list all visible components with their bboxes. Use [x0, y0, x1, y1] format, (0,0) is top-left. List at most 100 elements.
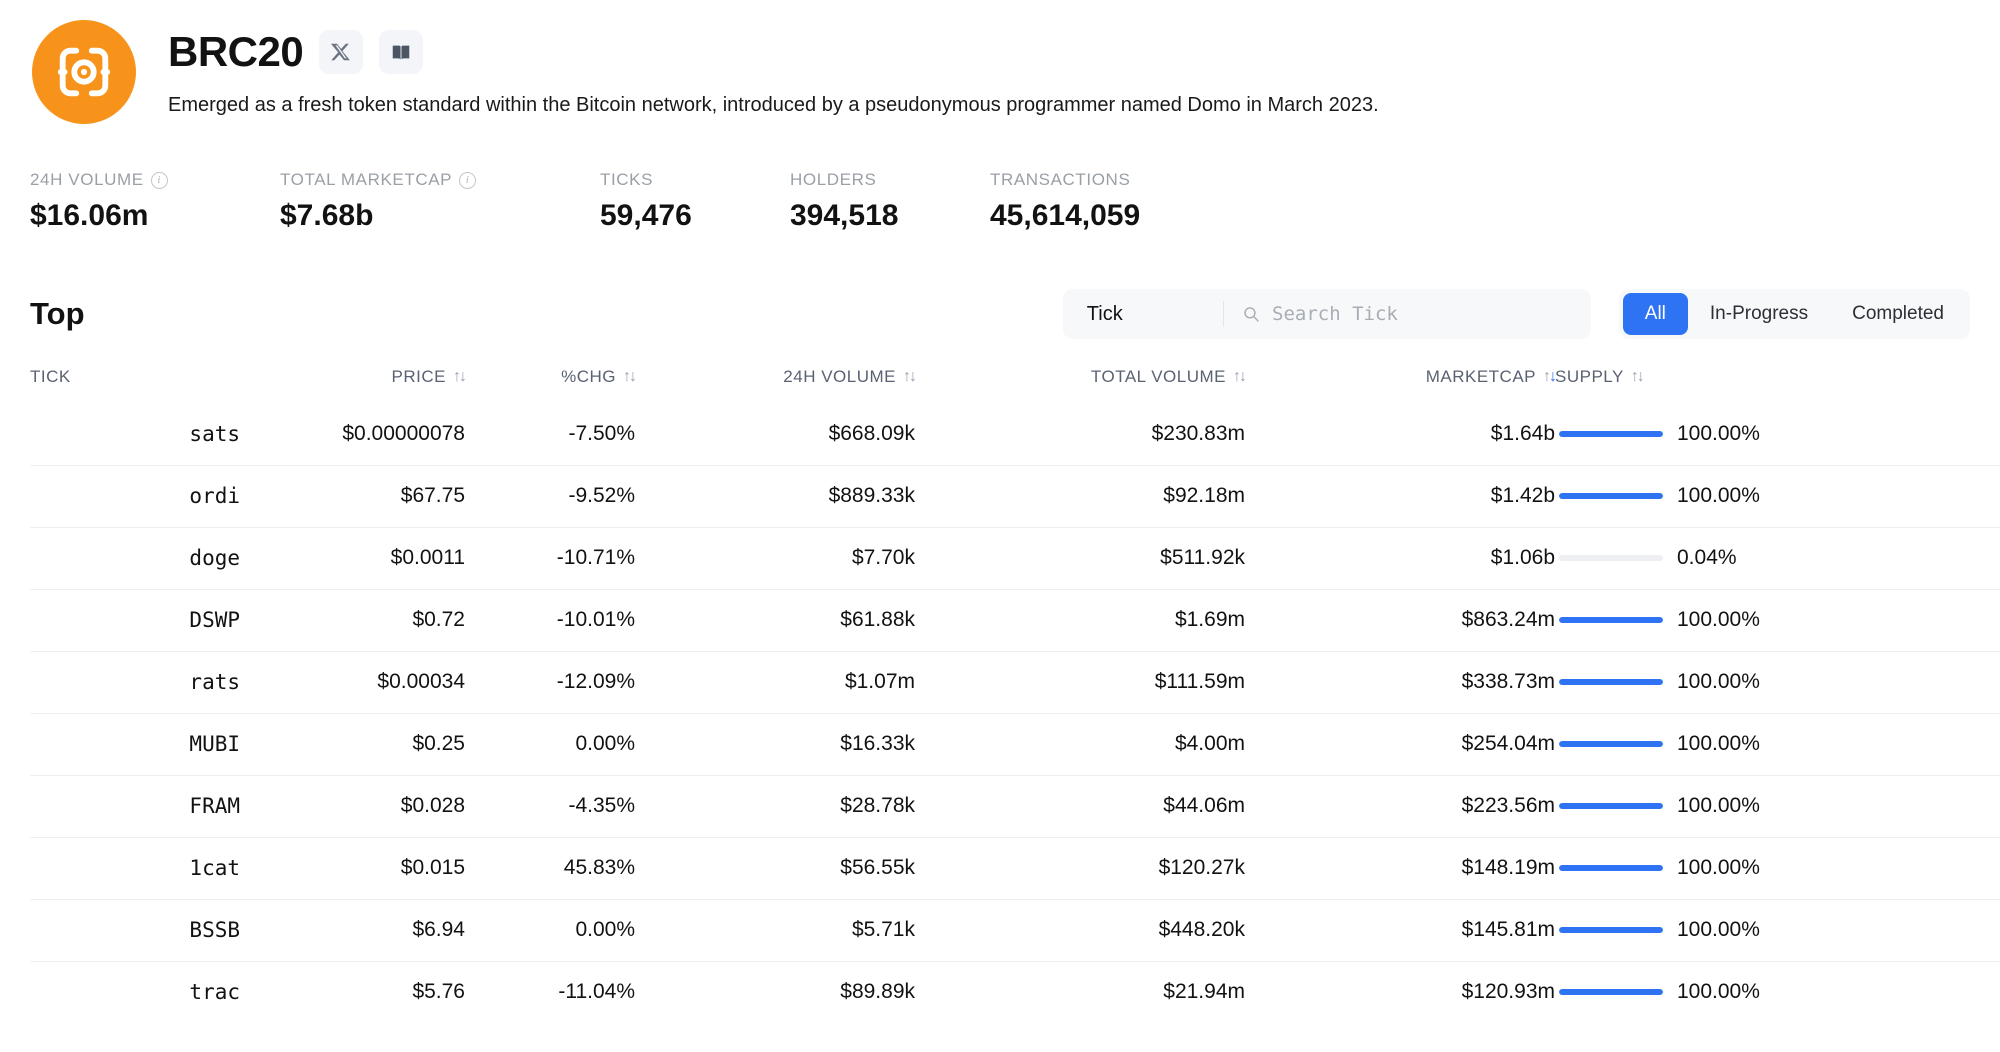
cell-tick[interactable]: trac: [30, 961, 240, 1023]
sort-icon: ↑↓: [623, 368, 635, 386]
stats-row: 24H VOLUME i $16.06m TOTAL MARKETCAP i $…: [30, 170, 1970, 233]
cell-total-volume: $511.92k: [915, 527, 1245, 589]
twitter-x-link[interactable]: [319, 30, 363, 74]
tick-link[interactable]: 1cat: [189, 856, 240, 880]
cell-marketcap: $120.93m: [1245, 961, 1555, 1023]
supply-percent-label: 100.00%: [1677, 794, 1760, 818]
supply-cell: 100.00%: [1555, 608, 1865, 632]
cell-tick[interactable]: ordi: [30, 465, 240, 527]
table-row[interactable]: 1cat$0.01545.83%$56.55k$120.27k$148.19m1…: [30, 837, 2000, 899]
col-header-price[interactable]: PRICE ↑↓: [240, 367, 465, 403]
tick-link[interactable]: trac: [189, 980, 240, 1004]
cell-tick[interactable]: FRAM: [30, 775, 240, 837]
table-row[interactable]: rats$0.00034-12.09%$1.07m$111.59m$338.73…: [30, 651, 2000, 713]
stat-label: TICKS: [600, 170, 790, 190]
cell-tick[interactable]: DSWP: [30, 589, 240, 651]
supply-progress-bar: [1559, 555, 1663, 561]
tick-link[interactable]: MUBI: [189, 732, 240, 756]
stat-holders: HOLDERS 394,518: [790, 170, 990, 233]
stat-transactions: TRANSACTIONS 45,614,059: [990, 170, 1140, 233]
filter-all[interactable]: All: [1623, 293, 1688, 335]
supply-progress-bar: [1559, 989, 1663, 995]
supply-percent-label: 100.00%: [1677, 422, 1760, 446]
supply-progress-bar: [1559, 617, 1663, 623]
supply-percent-label: 100.00%: [1677, 732, 1760, 756]
cell-change-pct: -7.50%: [465, 403, 635, 465]
docs-link[interactable]: [379, 30, 423, 74]
table-row[interactable]: trac$5.76-11.04%$89.89k$21.94m$120.93m10…: [30, 961, 2000, 1023]
cell-tick[interactable]: BSSB: [30, 899, 240, 961]
tick-link[interactable]: ordi: [189, 484, 240, 508]
tick-link[interactable]: rats: [189, 670, 240, 694]
col-header-24h-volume[interactable]: 24H VOLUME ↑↓: [635, 367, 915, 403]
info-icon[interactable]: i: [459, 172, 476, 189]
cell-tick[interactable]: doge: [30, 527, 240, 589]
table-row[interactable]: doge$0.0011-10.71%$7.70k$511.92k$1.06b0.…: [30, 527, 2000, 589]
stat-value: $16.06m: [30, 199, 280, 233]
supply-progress-fill: [1559, 741, 1663, 747]
cell-supply: 100.00%: [1555, 465, 1865, 527]
tick-link[interactable]: doge: [189, 546, 240, 570]
col-header-chg-inner[interactable]: %CHG ↑↓: [561, 367, 635, 387]
filter-completed[interactable]: Completed: [1830, 293, 1966, 335]
tick-link[interactable]: FRAM: [189, 794, 240, 818]
cell-24h-volume: $61.88k: [635, 589, 915, 651]
cell-price: $5.76: [240, 961, 465, 1023]
cell-holders: 5,854: [1865, 775, 2000, 837]
search-category-select[interactable]: Tick: [1063, 289, 1223, 339]
section-title: Top: [30, 296, 85, 332]
tokens-table: TICK PRICE ↑↓ %CHG ↑↓: [30, 367, 2000, 1023]
tick-link[interactable]: BSSB: [189, 918, 240, 942]
cell-tick[interactable]: sats: [30, 403, 240, 465]
cell-tick[interactable]: 1cat: [30, 837, 240, 899]
brand-logo: [30, 18, 138, 126]
search-box: Tick: [1063, 289, 1591, 339]
col-header-holders[interactable]: HOLDERS ↑↓: [1865, 367, 2000, 403]
cell-holders: 1,313: [1865, 589, 2000, 651]
table-row[interactable]: sats$0.00000078-7.50%$668.09k$230.83m$1.…: [30, 403, 2000, 465]
supply-progress-fill: [1559, 431, 1663, 437]
cell-change-pct: -10.71%: [465, 527, 635, 589]
table-row[interactable]: BSSB$6.940.00%$5.71k$448.20k$145.81m100.…: [30, 899, 2000, 961]
cell-24h-volume: $5.71k: [635, 899, 915, 961]
table-row[interactable]: ordi$67.75-9.52%$889.33k$92.18m$1.42b100…: [30, 465, 2000, 527]
col-header-marketcap[interactable]: MARKETCAP ↑↓: [1245, 367, 1555, 403]
cell-change-pct: 0.00%: [465, 713, 635, 775]
supply-progress-fill: [1559, 803, 1663, 809]
stat-label: HOLDERS: [790, 170, 990, 190]
col-header-price-inner[interactable]: PRICE ↑↓: [392, 367, 465, 387]
cell-24h-volume: $56.55k: [635, 837, 915, 899]
col-header-24h-volume-inner[interactable]: 24H VOLUME ↑↓: [783, 367, 915, 387]
tick-link[interactable]: DSWP: [189, 608, 240, 632]
cell-marketcap: $223.56m: [1245, 775, 1555, 837]
cell-total-volume: $21.94m: [915, 961, 1245, 1023]
cell-holders: 47,567: [1865, 403, 2000, 465]
sort-icon: ↑↓: [453, 368, 465, 386]
col-header-total-volume[interactable]: TOTAL VOLUME ↑↓: [915, 367, 1245, 403]
col-header-supply-inner[interactable]: SUPPLY ↑↓: [1555, 367, 1643, 387]
cell-tick[interactable]: MUBI: [30, 713, 240, 775]
supply-cell: 100.00%: [1555, 794, 1865, 818]
info-icon[interactable]: i: [151, 172, 168, 189]
cell-marketcap: $148.19m: [1245, 837, 1555, 899]
cell-tick[interactable]: rats: [30, 651, 240, 713]
cell-marketcap: $863.24m: [1245, 589, 1555, 651]
cell-supply: 100.00%: [1555, 651, 1865, 713]
col-header-total-volume-inner[interactable]: TOTAL VOLUME ↑↓: [1091, 367, 1245, 387]
cell-change-pct: -12.09%: [465, 651, 635, 713]
table-row[interactable]: MUBI$0.250.00%$16.33k$4.00m$254.04m100.0…: [30, 713, 2000, 775]
tick-link[interactable]: sats: [189, 422, 240, 446]
page-description: Emerged as a fresh token standard within…: [168, 92, 1379, 118]
table-row[interactable]: DSWP$0.72-10.01%$61.88k$1.69m$863.24m100…: [30, 589, 2000, 651]
cell-supply: 100.00%: [1555, 961, 1865, 1023]
search-input[interactable]: [1272, 303, 1591, 325]
col-header-marketcap-inner[interactable]: MARKETCAP ↑↓: [1426, 367, 1555, 387]
filter-in-progress[interactable]: In-Progress: [1688, 293, 1830, 335]
supply-progress-bar: [1559, 679, 1663, 685]
table-row[interactable]: FRAM$0.028-4.35%$28.78k$44.06m$223.56m10…: [30, 775, 2000, 837]
supply-progress-fill: [1559, 865, 1663, 871]
col-header-supply[interactable]: SUPPLY ↑↓: [1555, 367, 1865, 403]
supply-progress-fill: [1559, 493, 1663, 499]
col-header-chg[interactable]: %CHG ↑↓: [465, 367, 635, 403]
status-filter-group: All In-Progress Completed: [1619, 289, 1970, 339]
